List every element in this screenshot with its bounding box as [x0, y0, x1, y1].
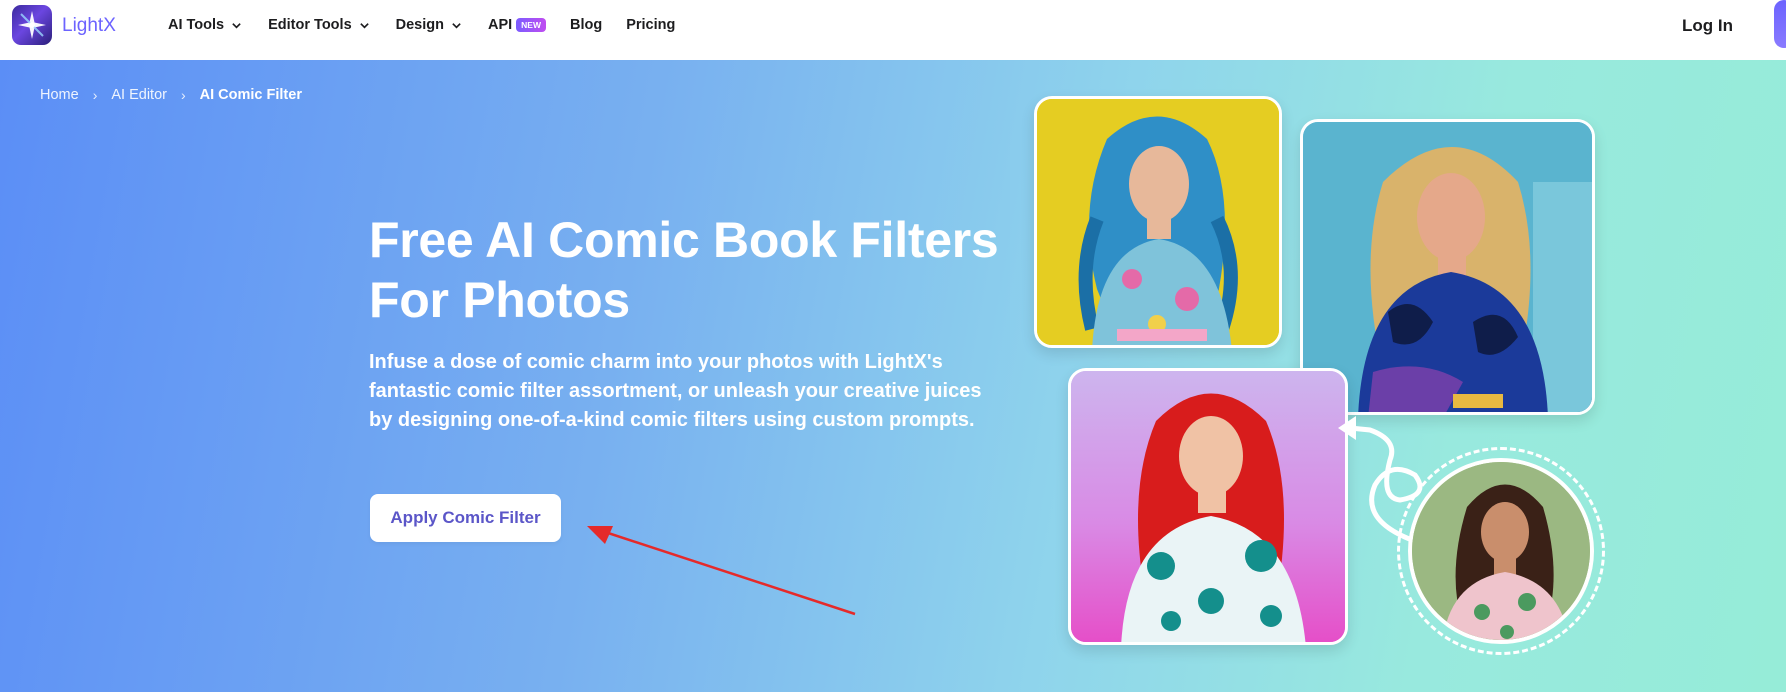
apply-comic-filter-button[interactable]: Apply Comic Filter	[370, 494, 561, 542]
comic-sample-yellow-image	[1034, 96, 1282, 348]
nav-api-label: API	[487, 17, 513, 33]
nav-editor-tools[interactable]: Editor Tools	[268, 17, 370, 33]
hero-subtitle: Infuse a dose of comic charm into your p…	[369, 351, 982, 431]
breadcrumb-home[interactable]: Home	[40, 87, 79, 103]
red-arrow-icon	[587, 526, 856, 616]
chevron-right-icon: ›	[92, 87, 98, 103]
nav-ai-tools-label: AI Tools	[168, 17, 225, 33]
breadcrumb-ai-editor[interactable]: AI Editor	[111, 87, 167, 103]
breadcrumb: Home › AI Editor › AI Comic Filter	[40, 87, 302, 103]
title-line-2: For Photos	[369, 272, 630, 328]
chevron-down-icon	[232, 22, 241, 29]
title-line-1: Free AI Comic Book Filters	[369, 212, 999, 268]
signup-button[interactable]	[1774, 0, 1786, 48]
nav-editor-tools-label: Editor Tools	[268, 17, 352, 33]
chevron-down-icon	[359, 22, 369, 29]
top-navbar: LightX AI Tools Editor Tools Design API …	[0, 0, 1786, 60]
new-badge: NEW	[516, 18, 546, 32]
page-title: Free AI Comic Book Filters For Photos	[369, 210, 1009, 330]
chevron-right-icon: ›	[180, 87, 186, 103]
main-nav: AI Tools Editor Tools Design API NEW Blo…	[168, 17, 675, 33]
brand-name[interactable]: LightX	[62, 15, 116, 37]
nav-api[interactable]: API NEW	[488, 17, 546, 33]
nav-design-label: Design	[395, 17, 444, 33]
breadcrumb-current: AI Comic Filter	[199, 87, 302, 103]
chevron-down-icon	[452, 22, 461, 29]
nav-design[interactable]: Design	[396, 17, 462, 33]
hero-section: Home › AI Editor › AI Comic Filter Free …	[0, 60, 1786, 692]
nav-ai-tools[interactable]: AI Tools	[168, 17, 242, 33]
nav-blog[interactable]: Blog	[570, 17, 602, 33]
original-photo-image	[1408, 458, 1594, 644]
login-link[interactable]: Log In	[1682, 16, 1733, 36]
nav-pricing[interactable]: Pricing	[626, 17, 675, 33]
comic-sample-pink-image	[1068, 368, 1348, 645]
lightx-logo-icon[interactable]	[12, 5, 52, 45]
